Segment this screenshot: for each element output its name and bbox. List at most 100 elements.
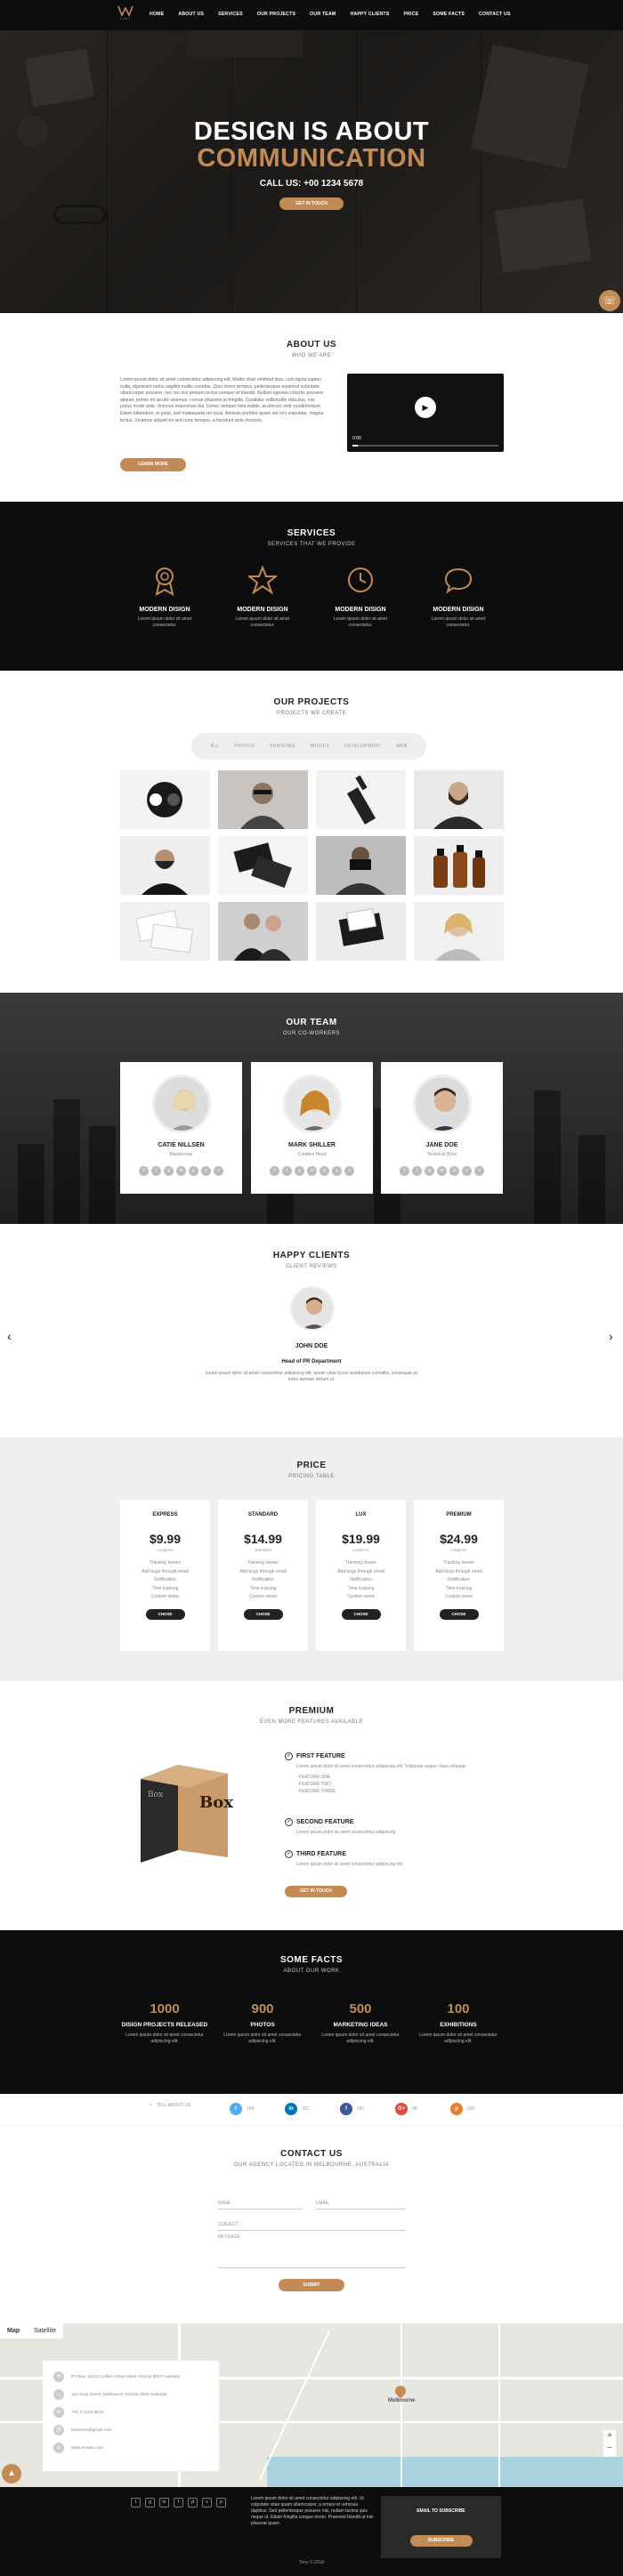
- nav-item-home[interactable]: HOME: [150, 12, 164, 17]
- choose-plan-button[interactable]: CHOSE: [439, 1608, 479, 1620]
- member-name: MARK SHILLER: [288, 1142, 336, 1148]
- nav-item-services[interactable]: SERVICES: [218, 12, 243, 17]
- youtube-icon[interactable]: y: [201, 1166, 211, 1176]
- info-email[interactable]: business@gmail.com: [71, 2428, 112, 2433]
- filter-movies[interactable]: MOVIES: [311, 744, 329, 749]
- google-icon[interactable]: g: [164, 1166, 174, 1176]
- projects-title: OUR PROJECTS: [273, 697, 350, 707]
- map-tab-satellite[interactable]: Satellite: [27, 2323, 63, 2339]
- name-field[interactable]: NAME: [218, 2199, 303, 2210]
- pinterest-icon[interactable]: p: [189, 1166, 198, 1176]
- project-couple[interactable]: [218, 902, 308, 961]
- choose-plan-button[interactable]: CHOSE: [341, 1608, 381, 1620]
- facebook-icon[interactable]: f: [139, 1166, 149, 1176]
- nav-item-price[interactable]: PRICE: [403, 12, 418, 17]
- linkedin-icon[interactable]: in: [307, 1166, 317, 1176]
- youtube-icon[interactable]: y: [332, 1166, 342, 1176]
- facebook-icon[interactable]: f: [400, 1166, 409, 1176]
- get-in-touch-button[interactable]: GET IN TOUCH: [279, 197, 344, 210]
- facebook-icon[interactable]: f: [270, 1166, 279, 1176]
- vimeo-icon[interactable]: v: [214, 1166, 223, 1176]
- nav-item-contact[interactable]: CONTACT US: [479, 12, 511, 17]
- google-plus-icon[interactable]: G+: [395, 2103, 408, 2115]
- youtube-icon[interactable]: yt: [188, 2498, 198, 2508]
- video-player[interactable]: ▶ 0:00: [347, 374, 504, 452]
- email-field[interactable]: EMAIL: [316, 2199, 405, 2210]
- nav-item-clients[interactable]: HAPPY CLIENTS: [350, 12, 389, 17]
- phone-float-icon[interactable]: ☏: [599, 290, 620, 311]
- filter-web[interactable]: WEB: [396, 744, 407, 749]
- youtube-icon[interactable]: y: [462, 1166, 472, 1176]
- service-item: MODERN DISIGN Lorem ipsum dolor sit amet…: [120, 566, 209, 629]
- twitter-icon[interactable]: t: [230, 2103, 242, 2115]
- submit-button[interactable]: SUBMIT: [279, 2279, 344, 2291]
- map-pin-icon[interactable]: [392, 2383, 409, 2399]
- project-bearded-man[interactable]: [414, 770, 504, 829]
- project-woman-glasses[interactable]: [218, 770, 308, 829]
- share-linkedin[interactable]: in 321: [285, 2103, 309, 2115]
- plan-features: Tracking Issues Add bugs through email N…: [316, 1559, 406, 1602]
- facebook-icon[interactable]: f: [174, 2498, 183, 2508]
- linkedin-icon[interactable]: in: [285, 2103, 297, 2115]
- carousel-next-arrow[interactable]: ›: [609, 1329, 613, 1343]
- project-envelope[interactable]: [316, 902, 406, 961]
- twitter-icon[interactable]: t: [151, 1166, 161, 1176]
- carousel-prev-arrow[interactable]: ‹: [7, 1329, 12, 1343]
- project-man-beard[interactable]: [120, 836, 210, 895]
- subject-field[interactable]: SUBJECT: [218, 2220, 405, 2231]
- google-icon[interactable]: g: [295, 1166, 304, 1176]
- nav-item-projects[interactable]: OUR PROJECTS: [257, 12, 295, 17]
- project-business-cards[interactable]: [218, 836, 308, 895]
- google-icon[interactable]: g: [145, 2498, 155, 2508]
- filter-all[interactable]: ALL: [210, 744, 219, 749]
- google-icon[interactable]: g: [425, 1166, 434, 1176]
- project-headphones[interactable]: [120, 770, 210, 829]
- vimeo-icon[interactable]: v: [202, 2498, 212, 2508]
- feature-block: ✓ FIRST FEATURE Lorem ipsum dolor sit ame…: [285, 1752, 507, 1795]
- project-wine-bottle[interactable]: [316, 770, 406, 829]
- subscribe-button[interactable]: SUBSCRIBE: [409, 2535, 473, 2547]
- project-white-cards[interactable]: [120, 902, 210, 961]
- pinterest-icon[interactable]: p: [449, 1166, 459, 1176]
- pinterest-icon[interactable]: p: [450, 2103, 463, 2115]
- vimeo-icon[interactable]: v: [344, 1166, 354, 1176]
- message-field[interactable]: MESSAGE: [218, 2233, 405, 2268]
- choose-plan-button[interactable]: CHOSE: [145, 1608, 185, 1620]
- share-facebook[interactable]: f 281: [340, 2103, 364, 2115]
- map[interactable]: Map Satellite ✉ PO Box 16122 Collins Stre…: [0, 2323, 623, 2487]
- scroll-to-top-button[interactable]: ▲: [2, 2464, 21, 2483]
- pinterest-icon[interactable]: p: [320, 1166, 329, 1176]
- linkedin-icon[interactable]: in: [159, 2498, 169, 2508]
- linkedin-icon[interactable]: in: [437, 1166, 447, 1176]
- premium-get-in-touch-button[interactable]: GET IN TOUCH: [285, 1886, 347, 1897]
- share-pinterest[interactable]: p 190: [450, 2103, 474, 2115]
- pinterest-icon[interactable]: p: [216, 2498, 226, 2508]
- twitter-icon[interactable]: t: [282, 1166, 292, 1176]
- team-card: CATIE NILLSEN Mastercrew f t g in p y v: [120, 1062, 242, 1194]
- linkedin-icon[interactable]: in: [176, 1166, 186, 1176]
- share-twitter[interactable]: t 754: [230, 2103, 254, 2115]
- twitter-icon[interactable]: t: [131, 2498, 141, 2508]
- filter-photos[interactable]: PHOTOS: [234, 744, 255, 749]
- nav-item-team[interactable]: OUR TEAM: [310, 12, 336, 17]
- nav-item-facts[interactable]: SOME FACTS: [433, 12, 465, 17]
- choose-plan-button[interactable]: CHOSE: [243, 1608, 283, 1620]
- info-website[interactable]: www.envato.com: [71, 2446, 103, 2451]
- video-progress[interactable]: [352, 445, 498, 447]
- share-google-plus[interactable]: G+ 98: [395, 2103, 417, 2115]
- map-zoom-controls[interactable]: + −: [603, 2430, 616, 2457]
- twitter-icon[interactable]: t: [412, 1166, 422, 1176]
- map-tab-map[interactable]: Map: [0, 2323, 27, 2339]
- project-camera-man[interactable]: [316, 836, 406, 895]
- filter-branding[interactable]: BRANDING: [270, 744, 295, 749]
- project-woman-portrait[interactable]: [414, 902, 504, 961]
- facebook-icon[interactable]: f: [340, 2103, 352, 2115]
- project-amber-bottles[interactable]: [414, 836, 504, 895]
- logo[interactable]: TONY: [116, 4, 135, 26]
- learn-more-button[interactable]: LEARN MORE: [120, 458, 186, 471]
- filter-development[interactable]: DEVELOPMENT: [344, 744, 381, 749]
- vimeo-icon[interactable]: v: [474, 1166, 484, 1176]
- play-icon[interactable]: ▶: [415, 397, 436, 418]
- fact-item: 100 EXHIBITIONS Lorem ipsum dolor sit am…: [409, 2001, 507, 2045]
- nav-item-about[interactable]: ABOUT US: [178, 12, 204, 17]
